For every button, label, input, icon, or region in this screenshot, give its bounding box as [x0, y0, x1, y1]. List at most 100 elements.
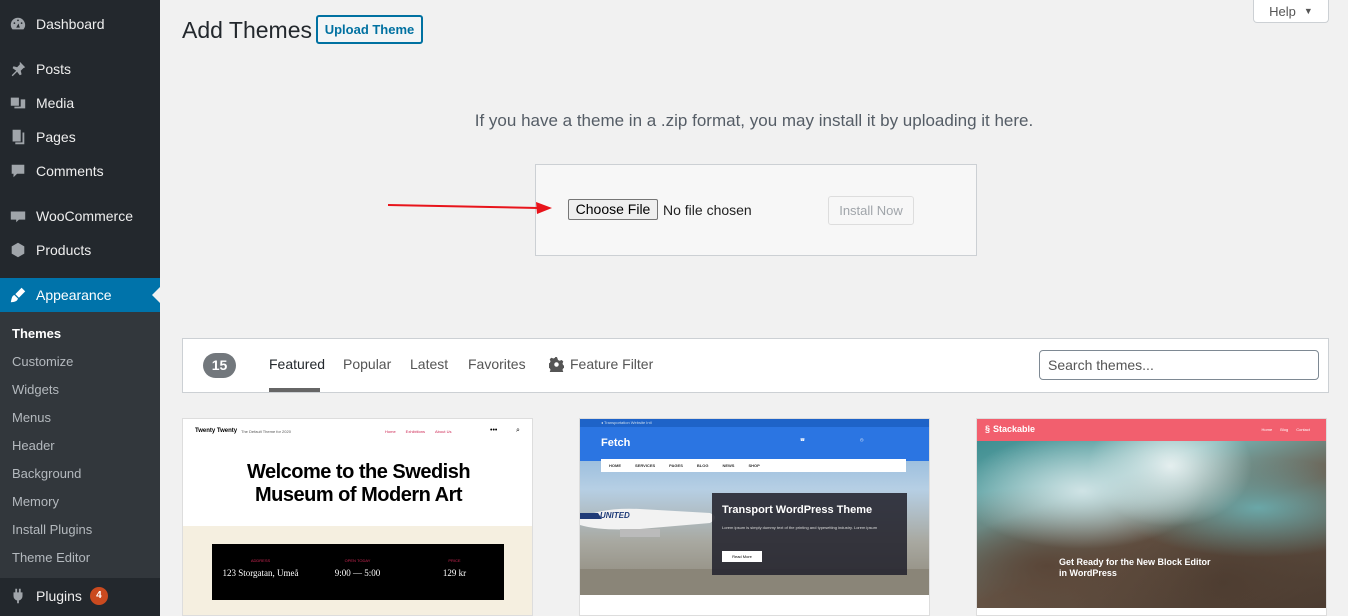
preview-nav-item: Home: [1261, 427, 1273, 432]
gear-icon: [549, 356, 564, 372]
sidebar-item-label: Appearance: [36, 287, 112, 303]
submenu-widgets[interactable]: Widgets: [12, 382, 59, 397]
submenu-install-plugins[interactable]: Install Plugins: [12, 522, 92, 537]
preview-hero-image: [977, 441, 1326, 608]
sidebar-item-label: Products: [36, 242, 92, 258]
preview-headline: Get Ready for the New Block Editor in Wo…: [1059, 557, 1259, 579]
airplane-image-icon: UNITED: [580, 508, 715, 537]
appearance-submenu: Themes Customize Widgets Menus Header Ba…: [0, 312, 160, 578]
preview-nav-item: PAGES: [669, 463, 683, 468]
preview-nav: Home Blog Contact: [1262, 427, 1310, 432]
preview-logo: § Stackable: [985, 424, 1035, 434]
preview-tagline: The Default Theme for 2020: [241, 429, 291, 434]
info-value: 129 kr: [442, 568, 467, 578]
install-now-button[interactable]: Install Now: [828, 196, 914, 225]
plugins-update-badge: 4: [89, 587, 108, 605]
stackable-logo-icon: §: [985, 424, 991, 434]
info-key: ADDRESS: [250, 558, 271, 563]
submenu-theme-editor[interactable]: Theme Editor: [12, 550, 90, 565]
sidebar-item-woocommerce[interactable]: WooCommerce: [0, 199, 160, 233]
preview-header: § Stackable Home Blog Contact: [977, 419, 1326, 441]
theme-card-stackable[interactable]: § Stackable Home Blog Contact Get Ready …: [976, 418, 1327, 616]
preview-hero-title: Transport WordPress Theme: [722, 504, 873, 516]
preview-nav-item: Home: [385, 429, 396, 434]
sidebar-item-comments[interactable]: Comments: [0, 154, 160, 188]
sidebar-item-media[interactable]: Media: [0, 86, 160, 120]
preview-topbar: ◂ Transportation Website Intl: [580, 419, 929, 427]
submenu-menus[interactable]: Menus: [12, 410, 51, 425]
sidebar-item-dashboard[interactable]: Dashboard: [0, 7, 160, 41]
tab-featured[interactable]: Featured: [269, 356, 325, 372]
sidebar-item-pages[interactable]: Pages: [0, 120, 160, 154]
upload-theme-button[interactable]: Upload Theme: [316, 15, 423, 44]
preview-header: [580, 427, 929, 461]
preview-info-col: OPEN TODAY 9:00 — 5:00: [309, 558, 406, 578]
annotation-arrow-icon: [387, 202, 552, 214]
help-label: Help: [1269, 3, 1296, 19]
sidebar-item-products[interactable]: Products: [0, 233, 160, 267]
preview-nav-item: HOME: [609, 463, 621, 468]
preview-logo: Fetch: [601, 437, 631, 449]
appearance-brush-icon: [8, 285, 28, 305]
products-icon: [8, 240, 28, 260]
woocommerce-icon: [8, 206, 28, 226]
submenu-themes[interactable]: Themes: [12, 326, 61, 341]
help-button[interactable]: Help ▼: [1253, 0, 1329, 23]
preview-headline-line: in WordPress: [1059, 568, 1117, 578]
active-tab-indicator: [269, 388, 320, 392]
tab-favorites[interactable]: Favorites: [468, 356, 526, 372]
sidebar-item-appearance[interactable]: Appearance: [0, 278, 160, 312]
preview-menu-dots: •••: [490, 427, 498, 434]
theme-count-badge: 15: [203, 353, 236, 378]
search-icon: ⌕: [516, 427, 520, 434]
preview-footer: [977, 608, 1326, 615]
preview-site-name: Twenty Twenty: [195, 428, 238, 434]
tab-popular[interactable]: Popular: [343, 356, 391, 372]
tab-latest[interactable]: Latest: [410, 356, 448, 372]
preview-nav-item: NEWS: [722, 463, 735, 468]
preview-topline: ◂ Transportation Website Intl: [601, 420, 652, 425]
submenu-background[interactable]: Background: [12, 466, 81, 481]
sidebar-item-label: Pages: [36, 129, 76, 145]
sidebar-item-plugins[interactable]: Plugins 4: [0, 579, 160, 613]
preview-read-more: Read More: [722, 551, 762, 562]
info-key: OPEN TODAY: [344, 558, 371, 563]
preview-info-section: ADDRESS 123 Storgatan, Umeå OPEN TODAY 9…: [183, 526, 532, 615]
media-icon: [8, 93, 28, 113]
sidebar-item-label: WooCommerce: [36, 208, 133, 224]
upload-form: Choose File No file chosen Install Now: [535, 164, 977, 256]
preview-nav-item: Exhibitions: [405, 429, 426, 434]
theme-card-twenty-twenty[interactable]: Twenty Twenty The Default Theme for 2020…: [182, 418, 533, 616]
preview-info-col: ADDRESS 123 Storgatan, Umeå: [212, 558, 309, 578]
theme-card-fetch[interactable]: ◂ Transportation Website Intl Fetch ☎ ◷ …: [579, 418, 930, 616]
preview-logo-text: Stackable: [993, 424, 1036, 434]
sidebar-item-posts[interactable]: Posts: [0, 52, 160, 86]
preview-nav-item: Contact: [1296, 427, 1310, 432]
dashboard-icon: [8, 14, 28, 34]
caret-down-icon: ▼: [1303, 6, 1313, 16]
sidebar-item-label: Posts: [36, 61, 72, 77]
preview-headline: Welcome to the Swedish Museum of Modern …: [183, 461, 532, 507]
feature-filter-button[interactable]: Feature Filter: [549, 356, 653, 372]
phone-icon: ☎: [800, 437, 805, 442]
comments-icon: [8, 161, 28, 181]
sidebar-item-label: Comments: [36, 163, 104, 179]
info-value: 9:00 — 5:00: [334, 568, 381, 578]
plugins-wrap: Plugins 4: [0, 578, 160, 616]
submenu-header[interactable]: Header: [12, 438, 55, 453]
plane-text: UNITED: [600, 511, 630, 520]
sidebar-item-label: Media: [36, 95, 75, 111]
sidebar-item-label: Dashboard: [36, 16, 105, 32]
info-key: PRICE: [448, 558, 461, 563]
preview-hero-text: Lorem ipsum is simply dummy text of the …: [722, 525, 878, 530]
upload-description: If you have a theme in a .zip format, yo…: [474, 111, 1034, 130]
choose-file-button[interactable]: Choose File: [568, 199, 658, 220]
submenu-memory[interactable]: Memory: [12, 494, 59, 509]
submenu-customize[interactable]: Customize: [12, 354, 73, 369]
file-status-text: No file chosen: [663, 202, 752, 218]
plug-icon: [8, 586, 28, 606]
sidebar-item-label: Plugins: [36, 588, 82, 604]
search-themes-input[interactable]: [1039, 350, 1319, 380]
preview-nav-item: About Us: [435, 429, 452, 434]
info-value: 123 Storgatan, Umeå: [222, 568, 299, 578]
